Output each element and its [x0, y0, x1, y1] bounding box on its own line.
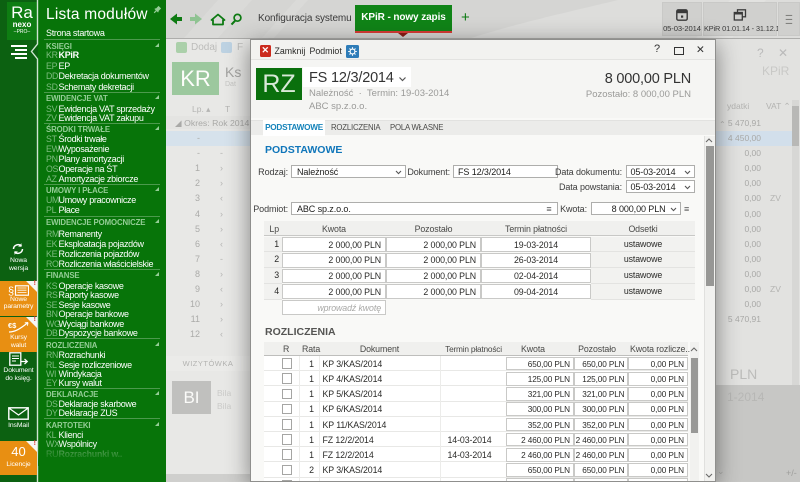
svg-text:§: §: [8, 285, 14, 296]
svg-text:€$: €$: [8, 321, 17, 330]
